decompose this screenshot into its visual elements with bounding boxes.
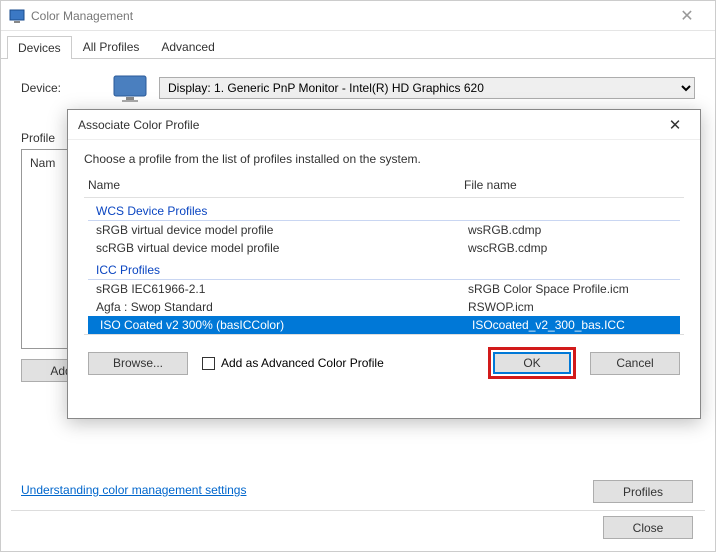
dialog-actions: Browse... Add as Advanced Color Profile … — [84, 335, 684, 379]
browse-button[interactable]: Browse... — [88, 352, 188, 375]
app-icon — [9, 8, 25, 24]
group-icc: ICC Profiles — [88, 259, 680, 280]
dialog-message: Choose a profile from the list of profil… — [84, 152, 684, 166]
window-title: Color Management — [31, 9, 667, 23]
add-advanced-checkbox[interactable]: Add as Advanced Color Profile — [202, 356, 384, 370]
tab-all-profiles[interactable]: All Profiles — [72, 35, 151, 58]
dialog-title: Associate Color Profile — [78, 118, 660, 132]
device-label: Device: — [21, 81, 111, 95]
help-link[interactable]: Understanding color management settings — [21, 483, 246, 497]
dialog-close-icon[interactable]: ✕ — [660, 116, 690, 134]
separator — [11, 510, 705, 511]
monitor-icon — [111, 73, 149, 103]
associate-profile-dialog: Associate Color Profile ✕ Choose a profi… — [67, 109, 701, 419]
dialog-titlebar: Associate Color Profile ✕ — [68, 110, 700, 140]
profile-list[interactable]: WCS Device Profiles sRGB virtual device … — [84, 200, 684, 335]
titlebar: Color Management ✕ — [1, 1, 715, 31]
color-management-window: Color Management ✕ Devices All Profiles … — [0, 0, 716, 552]
tab-devices[interactable]: Devices — [7, 36, 72, 59]
device-row: Device: Display: 1. Generic PnP Monitor … — [21, 73, 695, 103]
dialog-columns: Name File name — [84, 176, 684, 198]
close-button[interactable]: Close — [603, 516, 693, 539]
ok-highlight: OK — [488, 347, 576, 379]
tab-bar: Devices All Profiles Advanced — [1, 31, 715, 59]
list-item[interactable]: sRGB IEC61966-2.1 sRGB Color Space Profi… — [84, 280, 684, 298]
list-item-selected[interactable]: ISO Coated v2 300% (basICColor) ISOcoate… — [88, 316, 680, 334]
list-item[interactable]: scRGB virtual device model profile wscRG… — [84, 239, 684, 257]
checkbox-icon[interactable] — [202, 357, 215, 370]
tab-advanced[interactable]: Advanced — [150, 35, 225, 58]
dialog-body: Choose a profile from the list of profil… — [68, 140, 700, 389]
device-select[interactable]: Display: 1. Generic PnP Monitor - Intel(… — [159, 77, 695, 99]
col-header-name[interactable]: Name — [88, 178, 464, 192]
ok-button[interactable]: OK — [493, 352, 571, 374]
group-wcs: WCS Device Profiles — [88, 200, 680, 221]
profiles-button[interactable]: Profiles — [593, 480, 693, 503]
list-item[interactable]: Agfa : Swop Standard RSWOP.icm — [84, 298, 684, 316]
window-close-icon[interactable]: ✕ — [667, 6, 707, 26]
list-item[interactable]: sRGB virtual device model profile wsRGB.… — [84, 221, 684, 239]
col-header-file[interactable]: File name — [464, 178, 680, 192]
cancel-button[interactable]: Cancel — [590, 352, 680, 375]
